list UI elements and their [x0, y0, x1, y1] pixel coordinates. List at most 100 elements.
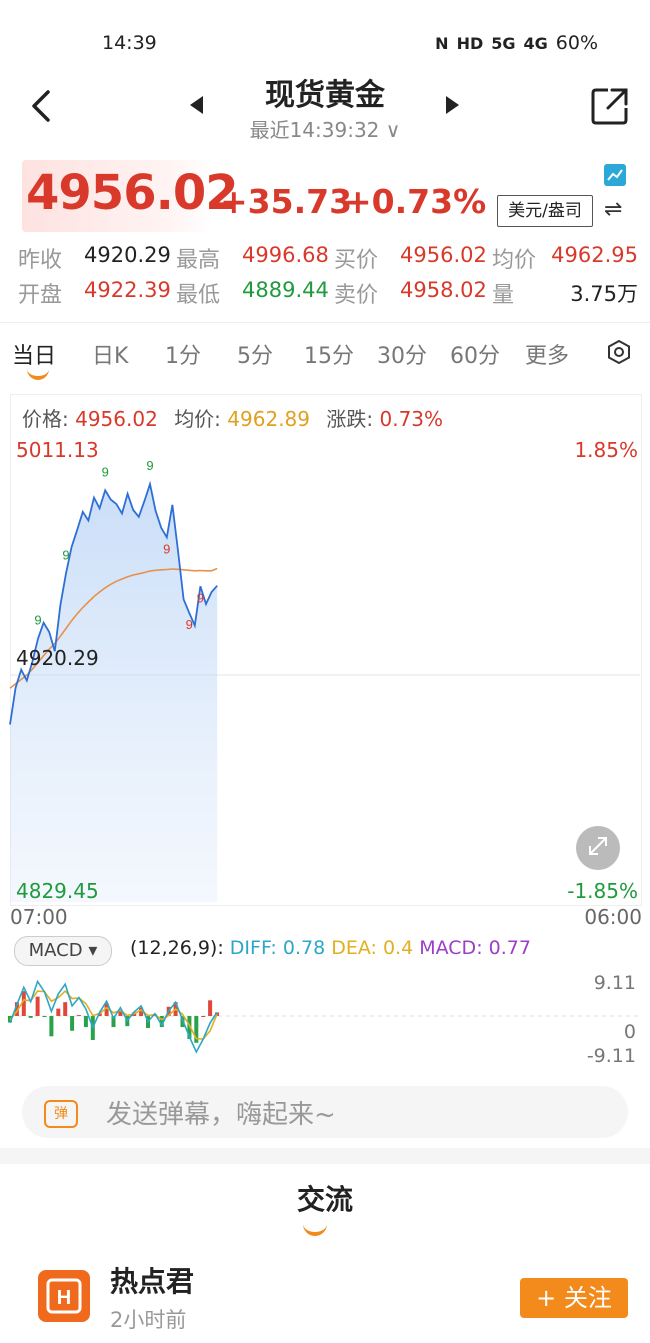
macd-value: MACD: 0.77 [419, 937, 531, 959]
x-axis-end-label: 06:00 [584, 905, 642, 929]
battery-level: 60% [555, 32, 598, 54]
td-marker: 9 [197, 590, 204, 605]
current-price: 4956.02 [26, 165, 239, 221]
tab-0[interactable]: 当日 [12, 338, 56, 370]
bottom-nav [0, 1330, 650, 1343]
price-change: +35.73 [220, 182, 353, 221]
macd-chart[interactable]: 9.11 0-9.11 [0, 964, 650, 1068]
macd-bar [35, 996, 40, 1016]
status-time: 14:39 [102, 32, 157, 54]
macd-bar [28, 1016, 33, 1018]
share-icon[interactable] [590, 86, 630, 126]
y-axis-top-label: 5011.13 [16, 438, 99, 462]
stat-label: 量 [492, 283, 515, 308]
stat-label: 最高 [176, 248, 221, 273]
macd-bar [201, 1016, 206, 1017]
community-title-indicator [303, 1222, 327, 1236]
status-icons: N HD 5G 4G 60% [435, 32, 598, 54]
price-info-label: 价格: [22, 407, 69, 431]
user-name[interactable]: 热点君 [110, 1260, 194, 1300]
avg-info-value: 4962.89 [227, 407, 311, 431]
stat-label: 均价 [492, 248, 537, 273]
stat-value: 3.75万 [570, 282, 638, 306]
section-gap [0, 1148, 650, 1164]
stat-label: 卖价 [334, 283, 379, 308]
td-marker: 9 [34, 613, 41, 628]
stat-value: 4962.95 [551, 243, 638, 267]
swap-unit-icon[interactable]: ⇌ [604, 197, 622, 222]
pct-axis-top-label: 1.85% [574, 438, 638, 462]
macd-bar [63, 1002, 68, 1016]
stat-value: 4920.29 [84, 243, 171, 267]
stat-value: 4956.02 [400, 243, 487, 267]
macd-axis-mid: 0 [624, 1021, 636, 1043]
y-axis-bottom-label: 4829.45 [16, 879, 99, 903]
chart-badge-icon[interactable] [604, 164, 626, 186]
danmaku-icon[interactable]: 弹 [44, 1100, 78, 1128]
signal-4g-icon: 4G [523, 33, 548, 53]
macd-bar [56, 1008, 61, 1016]
follow-button[interactable]: + 关注 [520, 1278, 628, 1318]
stat-label: 最低 [176, 283, 221, 308]
avg-info-label: 均价: [174, 407, 221, 431]
next-instrument-icon[interactable] [446, 96, 459, 114]
stat-value: 4958.02 [400, 278, 487, 302]
macd-diff: DIFF: 0.78 [229, 937, 326, 959]
tab-6[interactable]: 60分 [450, 338, 500, 370]
danmaku-placeholder[interactable]: 发送弹幕，嗨起来~ [106, 1094, 336, 1131]
td-marker: 9 [146, 458, 153, 473]
macd-axis-bottom: -9.11 [587, 1045, 636, 1067]
tabs-divider [0, 322, 650, 323]
dea-line [9, 989, 218, 1040]
avatar[interactable]: H [38, 1270, 90, 1322]
macd-bar [83, 1016, 88, 1028]
macd-bar [77, 1015, 81, 1017]
stat-value: 4889.44 [242, 278, 329, 302]
macd-dea: DEA: 0.4 [331, 937, 414, 959]
td-marker: 9 [102, 464, 109, 479]
indicator-selector[interactable]: MACD ▾ [14, 936, 112, 966]
macd-bar [70, 1016, 75, 1031]
macd-bar [42, 1016, 47, 1017]
signal-5g-icon: 5G [491, 33, 516, 53]
expand-chart-icon[interactable] [576, 826, 620, 870]
chg-info-value: 0.73% [379, 407, 444, 431]
stat-value: 4996.68 [242, 243, 329, 267]
community-title[interactable]: 交流 [0, 1178, 650, 1218]
macd-axis-top: 9.11 [594, 972, 636, 994]
tab-1[interactable]: 日K [92, 338, 128, 370]
price-area [10, 484, 218, 902]
price-change-percent: +0.73% [344, 182, 487, 221]
tab-5[interactable]: 30分 [377, 338, 427, 370]
tab-4[interactable]: 15分 [304, 338, 354, 370]
active-tab-indicator [27, 368, 49, 380]
avatar-letter: H [57, 1287, 71, 1309]
x-axis-start-label: 07:00 [10, 905, 68, 929]
page-title: 现货黄金 [265, 78, 385, 113]
price-info-value: 4956.02 [75, 407, 158, 431]
chart-info-row: 价格: 4956.02 均价: 4962.89 涨跌: 0.73% [22, 403, 443, 432]
intraday-chart[interactable]: 99999995011.13 1.85%4920.294829.45 -1.85%0… [0, 430, 650, 930]
chart-settings-icon[interactable] [607, 340, 631, 364]
stat-label: 昨收 [18, 248, 63, 273]
nfc-icon: N [435, 33, 449, 53]
macd-bar [49, 1016, 54, 1037]
macd-info: (12,26,9): DIFF: 0.78 DEA: 0.4 MACD: 0.7… [130, 937, 531, 959]
y-axis-mid-label: 4920.29 [16, 646, 99, 670]
pct-axis-bottom-label: -1.85% [567, 879, 638, 903]
stat-label: 开盘 [18, 283, 63, 308]
chg-info-label: 涨跌: [326, 407, 374, 431]
td-marker: 9 [62, 547, 69, 562]
tab-2[interactable]: 1分 [165, 338, 201, 370]
update-time-dropdown[interactable]: 最近14:39:32 ∨ [0, 114, 650, 143]
macd-params: (12,26,9): [130, 937, 224, 959]
stat-value: 4922.39 [84, 278, 171, 302]
td-marker: 9 [163, 541, 170, 556]
tab-3[interactable]: 5分 [237, 338, 273, 370]
macd-bar [208, 1000, 213, 1016]
tab-7[interactable]: 更多 [525, 338, 569, 370]
stat-label: 买价 [334, 248, 379, 273]
td-marker: 9 [186, 617, 193, 632]
unit-selector[interactable]: 美元/盎司 [497, 195, 593, 227]
hd-icon: HD [456, 33, 484, 53]
